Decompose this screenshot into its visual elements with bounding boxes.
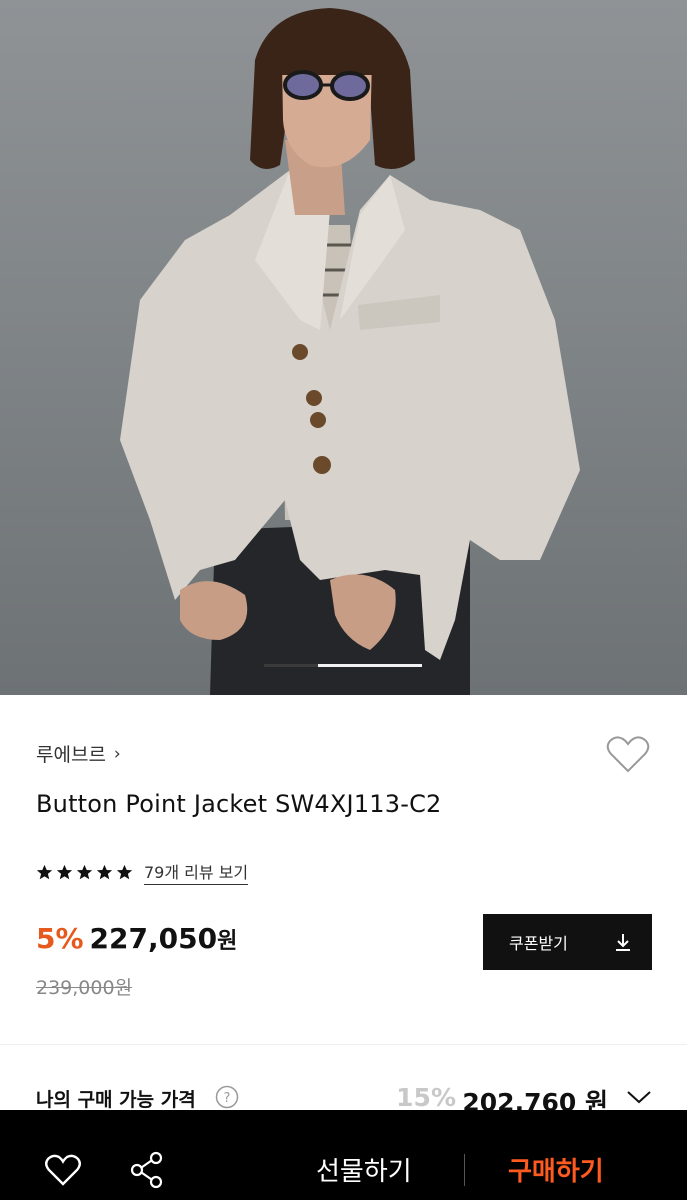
star-rating	[36, 864, 133, 881]
star-icon	[56, 864, 73, 879]
sale-price-value: 227,050	[89, 922, 218, 955]
original-price: 239,000원	[36, 977, 133, 999]
image-pager	[264, 664, 422, 667]
heart-icon	[606, 736, 650, 773]
coupon-button-label: 쿠폰받기	[509, 934, 568, 953]
product-photo	[120, 8, 580, 695]
gift-button[interactable]: 선물하기	[316, 1151, 412, 1188]
buy-button[interactable]: 구매하기	[508, 1151, 604, 1188]
brand-name: 루에브르	[36, 744, 106, 766]
sale-price: 227,050원	[90, 922, 238, 955]
download-icon	[616, 934, 630, 951]
svg-text:?: ?	[224, 1091, 231, 1106]
share-icon[interactable]	[129, 1150, 165, 1190]
pager-segment-active	[318, 664, 422, 667]
bar-divider	[464, 1154, 465, 1186]
coupon-button[interactable]: 쿠폰받기	[483, 914, 652, 970]
star-icon	[76, 864, 93, 879]
product-image[interactable]	[0, 0, 687, 695]
star-icon	[116, 864, 133, 879]
currency-unit: 원	[217, 929, 238, 954]
review-link[interactable]: 79개 리뷰 보기	[144, 859, 249, 885]
star-icon	[36, 864, 53, 879]
my-discount-rate: 15%	[396, 1083, 456, 1112]
rating-row: 79개 리뷰 보기	[36, 859, 249, 885]
discount-rate: 5%	[36, 922, 84, 955]
wishlist-button[interactable]	[605, 733, 651, 775]
help-icon[interactable]: ?	[215, 1085, 239, 1109]
chevron-right-icon: ›	[113, 743, 121, 764]
chevron-down-icon[interactable]	[626, 1089, 652, 1105]
pager-segment	[264, 664, 318, 667]
product-title: Button Point Jacket SW4XJ113-C2	[36, 790, 442, 818]
brand-link[interactable]: 루에브르 ›	[36, 740, 121, 767]
my-price-label: 나의 구매 가능 가격	[36, 1089, 196, 1111]
heart-icon[interactable]	[44, 1152, 82, 1188]
price-row: 5% 227,050원	[36, 922, 237, 955]
star-icon	[96, 864, 113, 879]
section-divider	[0, 1044, 687, 1045]
my-price-row[interactable]: 나의 구매 가능 가격 ? 15% 202,760 원	[36, 1083, 652, 1117]
